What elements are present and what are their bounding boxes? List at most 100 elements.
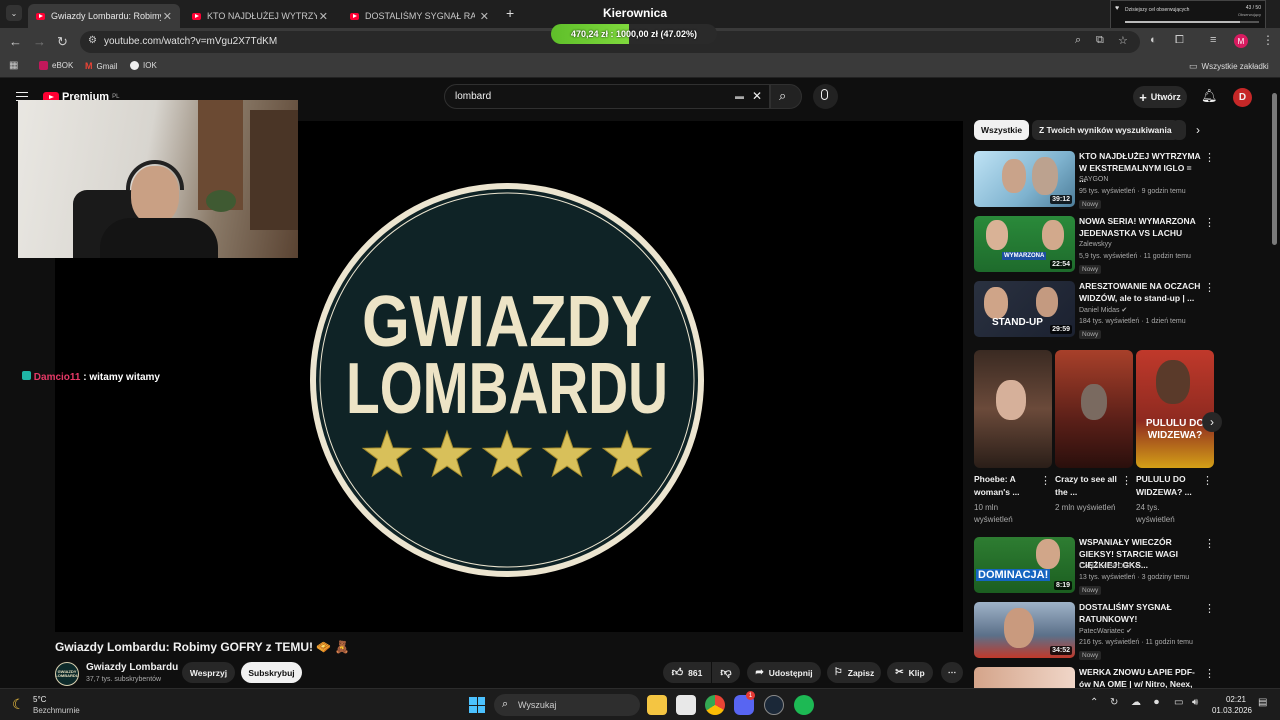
extension-icon[interactable]: ◐ <box>1150 34 1157 46</box>
recommendation-channel-name: Daniel Midas <box>1079 307 1120 314</box>
spotify-icon[interactable] <box>794 695 814 715</box>
microphone-icon <box>821 89 828 100</box>
more-icon[interactable]: ⋮ <box>1204 216 1215 229</box>
weather-temperature[interactable]: 5°C <box>33 695 46 704</box>
video-duration: 34:52 <box>1050 646 1072 655</box>
follower-goal-widget: ♥ Dzisiejszy cel obserwujących 43 / 50 O… <box>1110 0 1266 30</box>
dislike-button[interactable]: 👎︎ <box>712 662 740 683</box>
like-count: 861 <box>688 667 703 678</box>
microphone-icon[interactable]: ⏺ <box>1154 697 1159 708</box>
more-icon[interactable]: ⋮ <box>1204 602 1215 615</box>
more-icon[interactable]: ⋮ <box>1204 667 1215 680</box>
more-icon[interactable]: ⋮ <box>1202 474 1213 487</box>
all-bookmarks[interactable]: ▭ Wszystkie zakładki <box>1189 61 1269 72</box>
recommendation-item[interactable]: DOMINACJA! 8:19 WSPANIAŁY WIECZÓR GIEKSY… <box>974 537 1219 595</box>
start-button[interactable] <box>469 697 485 713</box>
chip-from-search[interactable]: Z Twoich wyników wyszukiwania <box>1032 120 1179 140</box>
close-icon[interactable]: ✕ <box>163 10 172 23</box>
weather-description[interactable]: Bezchmurnie <box>33 706 80 715</box>
channel-name[interactable]: Gwiazdy Lombardu <box>86 662 178 673</box>
close-icon[interactable]: ✕ <box>480 10 489 23</box>
like-button[interactable]: 👍︎ 861 <box>663 662 711 683</box>
keyboard-icon[interactable]: ▬ <box>735 91 744 101</box>
bookmark-ebok[interactable]: eBOK <box>39 61 73 70</box>
follower-goal-fill <box>1125 21 1241 23</box>
clip-button[interactable]: ✂ Klip <box>887 662 933 683</box>
shorts-next-button[interactable]: › <box>1202 412 1222 432</box>
clock-time[interactable]: 02:21 <box>1216 695 1256 704</box>
sync-icon[interactable]: ↻ <box>1110 697 1118 708</box>
bookmark-star-icon[interactable]: ☆ <box>1118 34 1128 47</box>
account-avatar[interactable]: D <box>1233 88 1252 107</box>
more-icon[interactable]: ⋮ <box>1204 151 1215 164</box>
thumbnail-face <box>986 220 1008 250</box>
puzzle-icon[interactable]: ⧠ <box>1175 34 1184 47</box>
recommendation-item[interactable]: WERKA ZNOWU ŁAPIE PDF-ów NA OME | w/ Nit… <box>974 667 1219 688</box>
new-tab-button[interactable]: + <box>506 5 514 21</box>
donation-goal-bar: 470,24 zł : 1000,00 zł (47.02%) <box>551 24 717 44</box>
browser-tab-2[interactable]: KTO NAJDŁUŻEJ WYTRZYMA W ✕ <box>184 4 336 28</box>
more-icon[interactable]: ⋮ <box>1121 474 1132 487</box>
more-actions-button[interactable]: ⋯ <box>941 662 963 683</box>
back-icon[interactable]: ← <box>9 34 22 49</box>
recommendation-item[interactable]: 34:52 DOSTALIŚMY SYGNAŁ RATUNKOWY! Patec… <box>974 602 1219 660</box>
more-icon[interactable]: ⋮ <box>1262 33 1274 47</box>
chip-more[interactable] <box>1172 120 1186 140</box>
site-info-icon[interactable]: ⚙ <box>88 35 97 46</box>
channel-avatar[interactable]: GWIAZDY LOMBARDU <box>55 662 79 686</box>
voice-search-button[interactable] <box>813 84 838 109</box>
browser-tab-3[interactable]: DOSTALIŚMY SYGNAŁ RATUNK ✕ <box>342 4 497 28</box>
more-icon[interactable]: ⋮ <box>1204 537 1215 550</box>
join-button[interactable]: Wesprzyj <box>182 662 235 683</box>
file-explorer-icon[interactable] <box>647 695 667 715</box>
heart-icon: ♥ <box>1115 5 1120 12</box>
browser-tab-1[interactable]: Gwiazdy Lombardu: Robimy GO ✕ <box>28 4 180 28</box>
close-icon[interactable]: ✕ <box>319 10 328 23</box>
volume-icon[interactable]: 🔊︎ <box>1192 697 1198 708</box>
new-badge: Nowy <box>1079 651 1102 660</box>
zoom-icon[interactable]: ⌕ <box>1075 34 1081 47</box>
install-icon[interactable]: ⧉ <box>1096 34 1104 47</box>
more-icon[interactable]: ⋮ <box>1040 474 1051 487</box>
discord-icon[interactable]: 1 <box>734 691 755 715</box>
clock-date[interactable]: 01.03.2026 <box>1208 706 1256 715</box>
recommendation-item[interactable]: 39:12 KTO NAJDŁUŻEJ WYTRZYMA W EKSTREMAL… <box>974 151 1219 209</box>
taskbar-search[interactable]: ⌕ Wyszukaj <box>494 694 640 716</box>
browser-tab-3-label: DOSTALIŚMY SYGNAŁ RATUNK <box>365 11 475 21</box>
cloud-icon[interactable]: ☁ <box>1131 697 1141 708</box>
recommendation-thumbnail: 39:12 <box>974 151 1075 207</box>
video-duration: 29:59 <box>1050 325 1072 334</box>
tab-list-button[interactable]: ⌄ <box>6 5 22 21</box>
notification-icon[interactable]: ▤ <box>1258 697 1267 708</box>
thumbnail-overlay-text: WYMARZONA <box>1002 252 1047 260</box>
search-input[interactable]: lombard ▬ ✕ <box>444 84 770 109</box>
media-icon[interactable]: ≡ <box>1210 34 1216 46</box>
share-button[interactable]: ➦ Udostępnij <box>747 662 821 683</box>
search-button[interactable]: ⌕ <box>770 84 802 109</box>
chip-all[interactable]: Wszystkie <box>974 120 1030 140</box>
subscribe-button[interactable]: Subskrybuj <box>241 662 302 683</box>
reload-icon[interactable]: ↻ <box>57 34 68 50</box>
create-button[interactable]: + Utwórz <box>1133 86 1187 108</box>
save-button[interactable]: ⚐ Zapisz <box>827 662 881 683</box>
profile-icon[interactable]: M <box>1234 34 1248 48</box>
bookmark-gmail[interactable]: M Gmail <box>85 61 117 71</box>
windows-logo-icon <box>469 697 477 705</box>
recommendation-meta: 95 tys. wyświetleń · 9 godzin temu <box>1079 188 1186 195</box>
steam-icon[interactable] <box>764 695 784 715</box>
notifications-bell-icon[interactable]: 🔔︎ <box>1201 88 1218 104</box>
thumbnail-overlay-text: STAND-UP <box>992 317 1043 328</box>
apps-icon[interactable]: ▦ <box>9 60 18 71</box>
recommendation-item[interactable]: STAND-UP 29:59 ARESZTOWANIE NA OCZACH WI… <box>974 281 1219 339</box>
bookmark-iok[interactable]: IOK <box>130 61 157 70</box>
chevron-right-icon[interactable]: › <box>1196 123 1200 137</box>
forward-icon[interactable]: → <box>33 34 46 49</box>
clear-search-icon[interactable]: ✕ <box>752 89 762 103</box>
more-icon[interactable]: ⋮ <box>1204 281 1215 294</box>
display-icon[interactable]: ▭ <box>1174 697 1183 708</box>
store-icon[interactable] <box>676 695 696 715</box>
page-scrollbar[interactable] <box>1272 93 1277 245</box>
recommendation-item[interactable]: WYMARZONA 22:54 NOWA SERIA! WYMARZONA JE… <box>974 216 1219 274</box>
chevron-up-icon[interactable]: ⌃ <box>1090 697 1098 708</box>
chrome-icon[interactable] <box>705 695 725 715</box>
